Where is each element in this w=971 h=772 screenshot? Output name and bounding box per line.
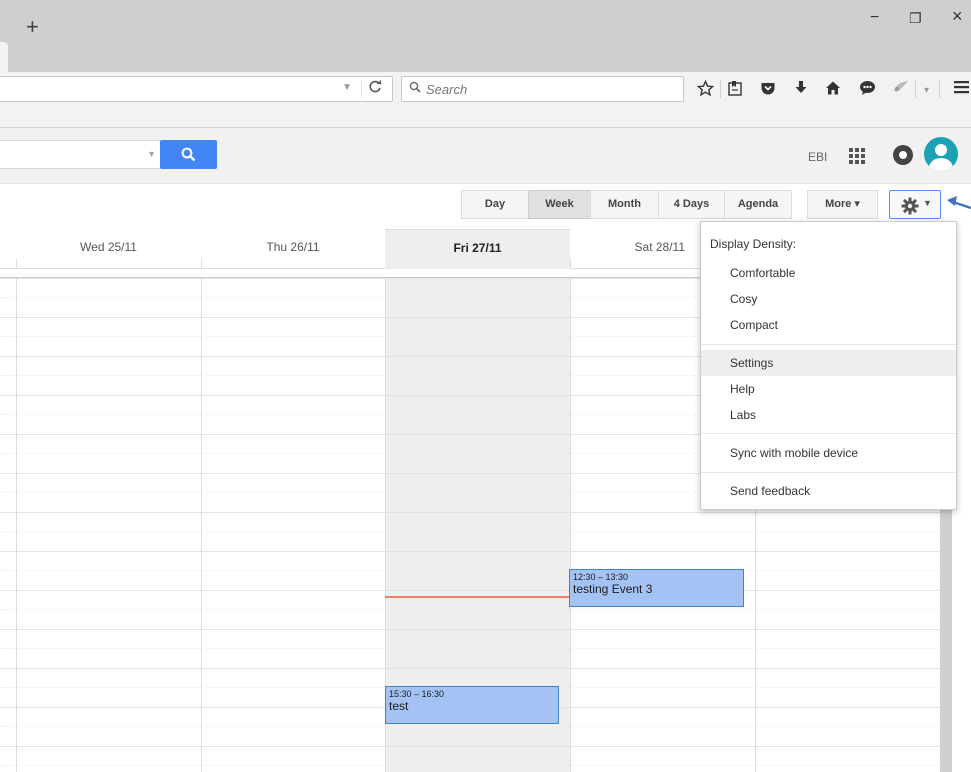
bookmarks-list-icon[interactable] (727, 80, 743, 102)
reload-icon[interactable] (369, 80, 382, 96)
view-month-button[interactable]: Month (590, 190, 659, 219)
search-icon (409, 81, 421, 96)
new-tab-button[interactable]: + (26, 16, 39, 38)
scrollbar-thumb[interactable] (940, 510, 952, 772)
view-agenda-button[interactable]: Agenda (724, 190, 792, 219)
search-icon (181, 147, 196, 162)
menu-icon[interactable] (954, 80, 969, 99)
menu-divider (701, 433, 956, 434)
menu-item-feedback[interactable]: Send feedback (701, 478, 956, 504)
menu-item-help[interactable]: Help (701, 376, 956, 402)
url-bar[interactable]: ▼ (0, 76, 393, 102)
menu-item-labs[interactable]: Labs (701, 402, 956, 428)
close-button[interactable]: × (952, 7, 963, 25)
browser-titlebar: + − ❐ × (0, 0, 971, 72)
menu-item-cosy[interactable]: Cosy (701, 286, 956, 312)
bookmarks-bar (0, 106, 971, 128)
toolbar-separator (939, 80, 940, 98)
event-time: 15:30 – 16:30 (389, 689, 445, 699)
minimize-button[interactable]: − (870, 10, 879, 26)
menu-item-compact[interactable]: Compact (701, 312, 956, 338)
avatar[interactable] (924, 137, 958, 171)
home-icon[interactable] (825, 80, 841, 101)
menu-item-comfortable[interactable]: Comfortable (701, 260, 956, 286)
chevron-down-icon: ▼ (923, 198, 932, 208)
toolbar-separator (915, 80, 916, 98)
search-options-icon[interactable]: ▼ (147, 149, 156, 159)
url-dropdown-icon[interactable]: ▼ (342, 82, 352, 93)
menu-item-settings[interactable]: Settings (701, 350, 956, 376)
url-separator (361, 81, 362, 97)
star-icon[interactable] (696, 79, 715, 102)
extension-dropdown-icon[interactable]: ▾ (924, 82, 929, 100)
event-testing-event-3[interactable]: 12:30 – 13:30 testing Event 3 (569, 569, 744, 607)
settings-menu: Display Density: Comfortable Cosy Compac… (700, 221, 957, 510)
browser-search-input[interactable]: Search (401, 76, 684, 102)
menu-divider (701, 344, 956, 345)
view-day-button[interactable]: Day (461, 190, 529, 219)
settings-button[interactable]: ▼ (889, 190, 941, 219)
view-week-button[interactable]: Week (528, 190, 591, 219)
event-title: test (389, 699, 409, 713)
extension-icon[interactable] (893, 80, 909, 99)
download-icon[interactable] (794, 80, 808, 101)
event-test[interactable]: 15:30 – 16:30 test (385, 686, 559, 724)
menu-item-sync[interactable]: Sync with mobile device (701, 440, 956, 466)
browser-tab[interactable] (0, 42, 8, 72)
pocket-icon[interactable] (760, 80, 776, 101)
view-4days-button[interactable]: 4 Days (658, 190, 725, 219)
google-header: ▼ EBI (0, 128, 971, 184)
chat-icon[interactable] (859, 80, 876, 101)
search-button[interactable] (160, 140, 217, 169)
account-label[interactable]: EBI (808, 150, 827, 164)
notifications-icon[interactable] (893, 145, 913, 165)
menu-divider (701, 472, 956, 473)
day-header-wed[interactable]: Wed 25/11 (16, 229, 201, 259)
toolbar-separator (720, 80, 721, 98)
search-placeholder: Search (426, 82, 468, 97)
more-button[interactable]: More ▾ (807, 190, 878, 219)
display-density-heading: Display Density: (710, 237, 797, 251)
calendar-search-input[interactable]: ▼ (0, 140, 171, 169)
apps-grid-icon[interactable] (849, 148, 865, 164)
current-time-line (385, 596, 570, 598)
restore-button[interactable]: ❐ (909, 10, 922, 26)
day-header-thu[interactable]: Thu 26/11 (201, 229, 385, 259)
day-header-fri[interactable]: Fri 27/11 (385, 229, 570, 259)
pointer-arrow-icon (947, 196, 971, 210)
event-title: testing Event 3 (573, 582, 653, 596)
gear-icon (901, 197, 919, 215)
